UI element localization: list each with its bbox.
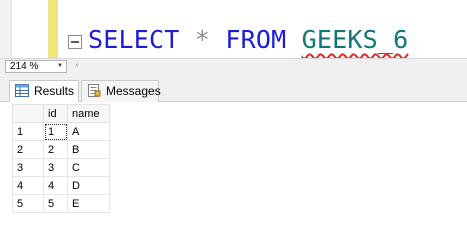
editor-margin bbox=[0, 0, 12, 58]
grid-icon bbox=[15, 84, 29, 97]
query-editor[interactable]: SELECT * FROM GEEKS_6 bbox=[0, 0, 467, 58]
row-number[interactable]: 2 bbox=[12, 140, 44, 159]
cell-name[interactable]: D bbox=[67, 176, 110, 195]
table-name: GEEKS_6 bbox=[301, 25, 409, 54]
column-header-name[interactable]: name bbox=[67, 104, 110, 123]
table-row[interactable]: 4 4 D bbox=[12, 176, 110, 195]
grid-header-row: id name bbox=[12, 104, 110, 123]
cell-name[interactable]: E bbox=[67, 194, 110, 213]
table-row[interactable]: 2 2 B bbox=[12, 140, 110, 159]
dropdown-arrow-icon[interactable]: ▼ bbox=[57, 61, 63, 72]
tab-messages[interactable]: Messages bbox=[81, 80, 161, 102]
tab-results-label: Results bbox=[34, 84, 75, 98]
cell-id[interactable]: 3 bbox=[43, 158, 68, 177]
change-tracking-bar bbox=[48, 0, 58, 58]
select-keyword: SELECT bbox=[88, 25, 180, 54]
row-number[interactable]: 1 bbox=[12, 122, 44, 141]
header-corner[interactable] bbox=[12, 104, 44, 123]
zoom-select[interactable]: 214 % ▼ bbox=[5, 60, 67, 73]
results-pane: id name 1 1 A 2 2 B 3 3 C 4 4 D 5 5 E bbox=[0, 102, 467, 247]
sql-statement[interactable]: SELECT * FROM GEEKS_6 bbox=[88, 24, 408, 56]
messages-icon bbox=[88, 84, 101, 97]
cell-name[interactable]: A bbox=[67, 122, 110, 141]
cell-id[interactable]: 4 bbox=[43, 176, 68, 195]
table-row[interactable]: 3 3 C bbox=[12, 158, 110, 177]
results-grid[interactable]: id name 1 1 A 2 2 B 3 3 C 4 4 D 5 5 E bbox=[12, 104, 110, 213]
cell-id[interactable]: 5 bbox=[43, 194, 68, 213]
cell-name[interactable]: B bbox=[67, 140, 110, 159]
tab-messages-label: Messages bbox=[106, 84, 161, 98]
column-header-id[interactable]: id bbox=[43, 104, 68, 123]
collapse-icon[interactable] bbox=[68, 35, 82, 49]
cell-name[interactable]: C bbox=[67, 158, 110, 177]
from-keyword: FROM bbox=[225, 25, 287, 54]
cell-id[interactable]: 1 bbox=[43, 122, 68, 141]
row-number[interactable]: 4 bbox=[12, 176, 44, 195]
scroll-left-icon[interactable]: ‹ bbox=[75, 59, 79, 73]
cell-id[interactable]: 2 bbox=[43, 140, 68, 159]
table-row[interactable]: 5 5 E bbox=[12, 194, 110, 213]
zoom-value: 214 % bbox=[10, 61, 39, 72]
row-number[interactable]: 5 bbox=[12, 194, 44, 213]
tab-results[interactable]: Results bbox=[9, 80, 79, 103]
results-tabbar: Results Messages bbox=[0, 74, 467, 103]
editor-status-strip: 214 % ▼ ‹ bbox=[0, 58, 467, 74]
table-row[interactable]: 1 1 A bbox=[12, 122, 110, 141]
row-number[interactable]: 3 bbox=[12, 158, 44, 177]
star-operator: * bbox=[194, 25, 211, 54]
